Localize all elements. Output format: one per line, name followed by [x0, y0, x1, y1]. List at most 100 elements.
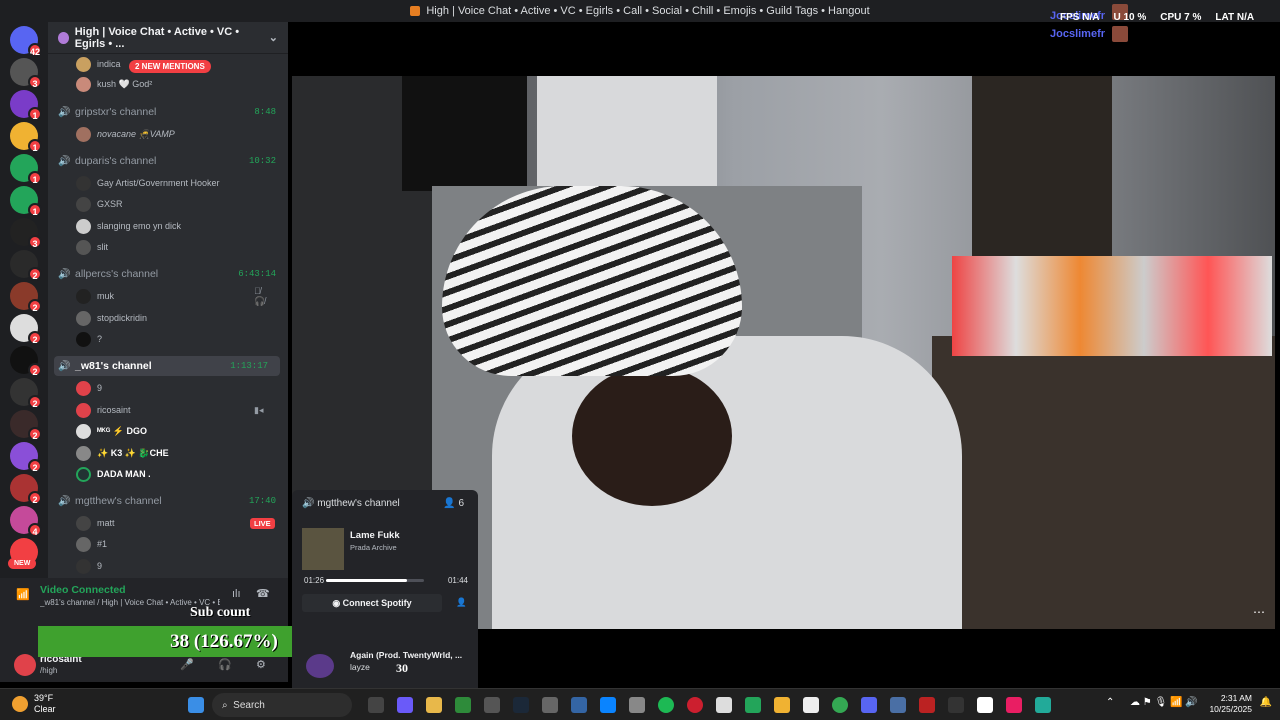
settings-icon[interactable]: [629, 697, 645, 713]
app-icon[interactable]: [716, 697, 732, 713]
clock[interactable]: 2:31 AM 10/25/2025: [1209, 693, 1252, 715]
xbox-icon[interactable]: [455, 697, 471, 713]
voice-user[interactable]: Gay Artist/Government Hooker: [76, 173, 220, 193]
voice-user[interactable]: novacane 🥷VAMP: [76, 124, 175, 144]
guild-icon[interactable]: 2: [10, 314, 42, 345]
spotify-icon[interactable]: [658, 697, 674, 713]
home-button[interactable]: 42: [10, 26, 42, 57]
channel-name: gripstxr's channel: [75, 106, 157, 118]
song-title[interactable]: Lame Fukk: [350, 530, 400, 541]
app-icon[interactable]: [861, 697, 877, 713]
file-explorer-icon[interactable]: [426, 697, 442, 713]
app-icon[interactable]: [919, 697, 935, 713]
search-box[interactable]: ⌕ Search: [212, 693, 352, 717]
voice-user[interactable]: indica: [76, 54, 121, 74]
app-icon[interactable]: [977, 697, 993, 713]
gear-icon[interactable]: ⚙: [256, 658, 266, 671]
user-count: 6: [458, 498, 464, 509]
notification-icon[interactable]: 🔔: [1260, 697, 1272, 708]
voice-user[interactable]: 9: [76, 556, 102, 576]
user-name: slanging emo yn dick: [97, 221, 182, 231]
voice-channel[interactable]: 🔊 gripstxr's channel 8:48: [48, 102, 288, 122]
guild-icon[interactable]: 2: [10, 346, 42, 377]
guild-icon[interactable]: 4: [10, 506, 42, 537]
disconnect-icon[interactable]: ☎: [256, 587, 270, 600]
voice-channel[interactable]: 🔊 mgtthew's channel 17:40: [48, 491, 288, 511]
voice-channel-active[interactable]: 🔊 _w81's channel 1:13:17: [54, 356, 280, 376]
guild-icon[interactable]: 2: [10, 474, 42, 505]
copilot-icon[interactable]: [397, 697, 413, 713]
voice-user[interactable]: matt: [76, 513, 115, 533]
voice-user[interactable]: GXSR: [76, 194, 123, 214]
channel-name: allpercs's channel: [75, 268, 159, 280]
next-artist: layze: [350, 662, 370, 672]
new-mentions-pill[interactable]: 2 NEW MENTIONS: [129, 60, 211, 73]
voice-user[interactable]: kush 🤍 God²: [76, 74, 152, 94]
voice-user[interactable]: DADA MAN .: [76, 464, 151, 484]
cpu-readout: CPU 7 %: [1160, 12, 1202, 23]
connect-spotify-button[interactable]: ◉ Connect Spotify: [302, 594, 442, 612]
guild-icon[interactable]: 1: [10, 186, 42, 217]
live-badge[interactable]: LIVE: [250, 518, 275, 529]
tiktok-icon[interactable]: [1006, 697, 1022, 713]
steam-icon[interactable]: [513, 697, 529, 713]
guild-icon[interactable]: 3: [10, 218, 42, 249]
channel-name: mgtthew's channel: [75, 495, 162, 507]
voice-user[interactable]: #1: [76, 534, 107, 554]
voice-channel[interactable]: 🔊 duparis's channel 10:32: [48, 151, 288, 171]
speaker-icon: 🔊: [58, 495, 71, 507]
voice-user[interactable]: ricosaint ▮◂: [76, 400, 263, 420]
chrome-icon[interactable]: [832, 697, 848, 713]
voice-channel[interactable]: 🔊 allpercs's channel 6:43:14: [48, 264, 288, 284]
app-icon[interactable]: [571, 697, 587, 713]
avatar[interactable]: [14, 654, 36, 676]
app-icon[interactable]: [890, 697, 906, 713]
chevron-up-icon[interactable]: ⌃: [1106, 697, 1114, 708]
waveform-icon[interactable]: ılı: [232, 588, 241, 600]
server-header[interactable]: High | Voice Chat • Active • VC • Egirls…: [48, 22, 288, 54]
guild-icon[interactable]: 3: [10, 58, 42, 89]
person-face: [572, 366, 732, 506]
edge-icon[interactable]: [600, 697, 616, 713]
person-hoodie: [492, 336, 962, 629]
guild-icon[interactable]: 2: [10, 250, 42, 281]
guild-icon[interactable]: 1: [10, 122, 42, 153]
app-icon[interactable]: [774, 697, 790, 713]
app-icon[interactable]: [1035, 697, 1051, 713]
notepad-icon[interactable]: [803, 697, 819, 713]
channel-timer: 17:40: [248, 496, 276, 506]
opera-icon[interactable]: [687, 697, 703, 713]
guild-icon[interactable]: 2: [10, 442, 42, 473]
voice-user[interactable]: 9: [76, 378, 102, 398]
weather[interactable]: 39°F Clear: [34, 693, 56, 715]
tray-icons[interactable]: ☁ ⚑ 🎙 📶 🔊: [1130, 697, 1198, 708]
voice-user[interactable]: slanging emo yn dick: [76, 216, 181, 236]
voice-user[interactable]: muk 🎙̸ 🎧̸: [76, 286, 265, 306]
add-user-icon[interactable]: 👤: [456, 597, 467, 608]
voice-status[interactable]: Video Connected: [40, 584, 126, 596]
guild-icon[interactable]: 2: [10, 410, 42, 441]
voice-user[interactable]: ?: [76, 329, 102, 349]
chevron-down-icon[interactable]: ⌄: [269, 31, 278, 44]
app-icon[interactable]: [948, 697, 964, 713]
voice-user[interactable]: ✨ K3 ✨ 🐉CHE: [76, 443, 169, 463]
guild-icon[interactable]: 2: [10, 282, 42, 313]
badge: 1: [28, 107, 42, 121]
app-icon[interactable]: [484, 697, 500, 713]
voice-user[interactable]: ᴹᴷᴳ ⚡ DGO: [76, 421, 147, 441]
task-view-icon[interactable]: [368, 697, 384, 713]
guild-icon[interactable]: 2: [10, 378, 42, 409]
voice-user[interactable]: stopdickridin: [76, 308, 147, 328]
channel-name: duparis's channel: [75, 155, 157, 167]
obs-icon[interactable]: [542, 697, 558, 713]
more-icon[interactable]: ⋯: [1253, 605, 1265, 619]
headphones-icon[interactable]: 🎧: [218, 658, 232, 671]
voice-user[interactable]: slit: [76, 237, 108, 257]
app-icon[interactable]: [745, 697, 761, 713]
guild-icon[interactable]: 1: [10, 154, 42, 185]
microphone-icon[interactable]: 🎤: [180, 658, 194, 671]
guild-icon[interactable]: 1: [10, 90, 42, 121]
avatar: [76, 196, 91, 212]
windows-start-icon[interactable]: [188, 697, 204, 713]
badge: 1: [28, 171, 42, 185]
